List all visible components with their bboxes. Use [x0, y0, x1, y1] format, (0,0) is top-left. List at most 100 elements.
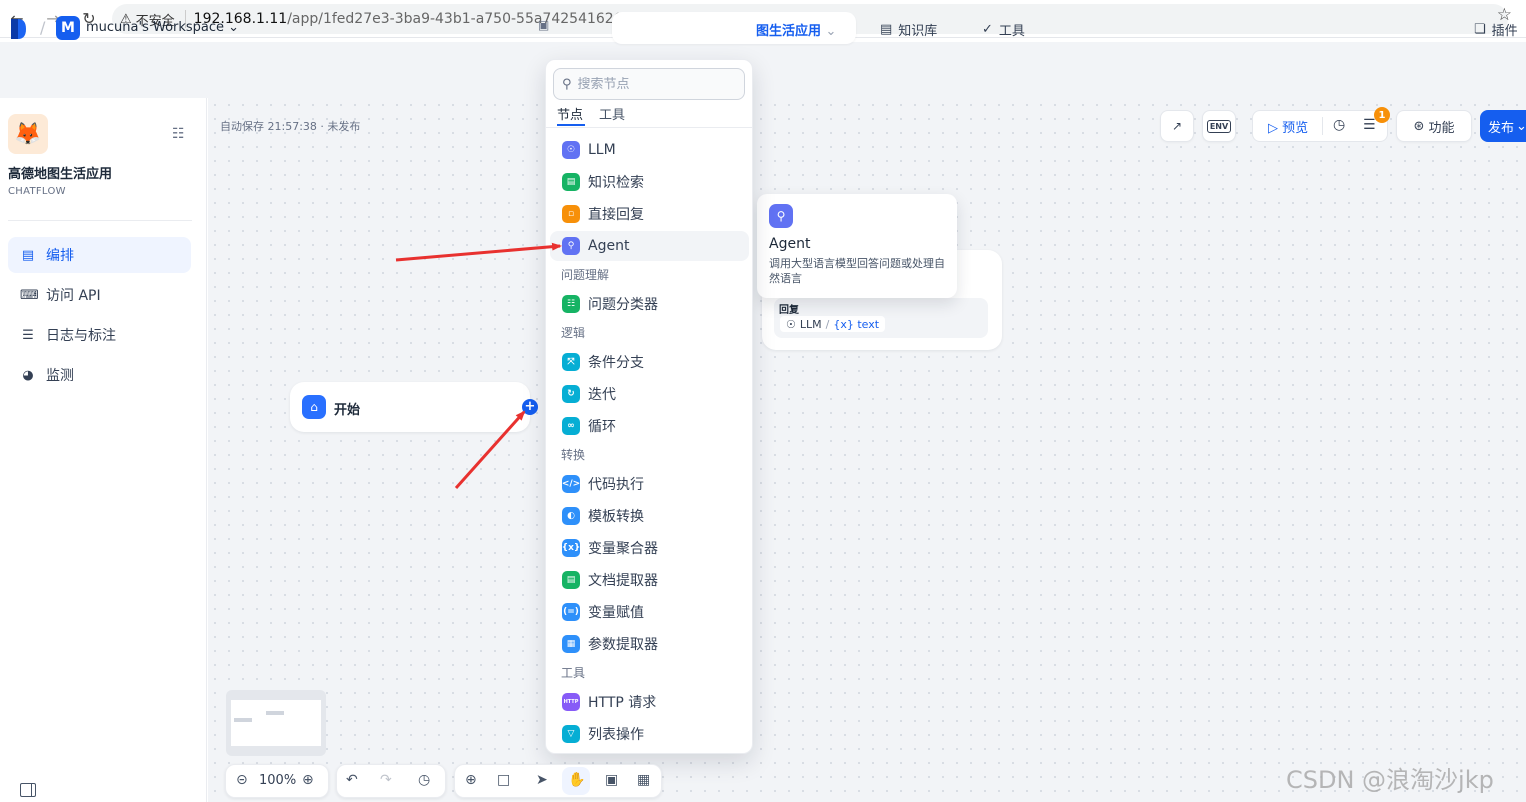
node-item-template[interactable]: ◐ 模板转换	[550, 501, 749, 531]
hammer-icon: ✓	[982, 22, 993, 37]
divider	[8, 220, 192, 221]
history-icon[interactable]: ◷	[1333, 117, 1345, 133]
template-icon: ◐	[562, 507, 580, 525]
play-icon: ▷	[1268, 121, 1278, 136]
assign-icon: (=)	[562, 603, 580, 621]
node-item-list[interactable]: ▽ 列表操作	[550, 719, 749, 749]
watermark: CSDN @浪淘沙jkp	[1286, 766, 1494, 794]
node-item-docextract[interactable]: ▤ 文档提取器	[550, 565, 749, 595]
organize-icon[interactable]: ▦	[637, 772, 650, 788]
minimap-node	[234, 718, 252, 722]
node-item-ifelse[interactable]: ⤧ 条件分支	[550, 347, 749, 377]
node-item-code[interactable]: </> 代码执行	[550, 469, 749, 499]
add-node-handle[interactable]: +	[522, 399, 538, 415]
settings-sliders-icon[interactable]: ☷	[172, 126, 185, 142]
param-icon: ▦	[562, 635, 580, 653]
undo-icon[interactable]: ↶	[346, 772, 358, 788]
pointer-icon[interactable]: ➤	[536, 772, 548, 788]
tab-nodes[interactable]: 节点	[557, 104, 583, 123]
knowledge-icon: ▤	[562, 173, 580, 191]
canvas-tools	[454, 764, 662, 798]
node-item-iteration[interactable]: ↻ 迭代	[550, 379, 749, 409]
sidebar-item-logs[interactable]: ☰ 日志与标注	[8, 317, 191, 353]
node-item-llm[interactable]: ☉ LLM	[550, 135, 749, 165]
checklist-button[interactable]: ↗	[1160, 110, 1194, 142]
features-icon: ⊛	[1413, 118, 1425, 134]
sidebar: 🦊 ☷ 高德地图生活应用 CHATFLOW ▤ 编排 ⌨ 访问 API ☰ 日志与标注…	[0, 98, 207, 802]
redo-icon[interactable]: ↷	[380, 772, 392, 788]
workspace-switcher[interactable]: mucuna's Workspace ⌄	[86, 20, 239, 35]
preview-button[interactable]: ▷ 预览	[1268, 117, 1308, 136]
tab-tools[interactable]: 工具	[599, 104, 625, 123]
hand-icon[interactable]: ✋	[568, 772, 585, 788]
node-item-agent[interactable]: ⚲ Agent	[550, 231, 749, 261]
zoom-out-icon[interactable]: ⊝	[236, 772, 248, 788]
divider	[1322, 117, 1323, 135]
publish-button[interactable]: 发布 ⌄	[1480, 110, 1526, 142]
node-search-input[interactable]	[577, 76, 728, 92]
app-header	[0, 42, 1526, 98]
env-button[interactable]: ENV	[1202, 110, 1236, 142]
dify-logo-icon[interactable]	[10, 18, 28, 40]
tooltip-description: 调用大型语言模型回答问题或处理自然语言	[769, 257, 945, 285]
checklist-badge: 1	[1374, 107, 1390, 123]
node-item-paramextract[interactable]: ▦ 参数提取器	[550, 629, 749, 659]
workspace-avatar[interactable]: M	[56, 16, 80, 40]
layout-icon: ▤	[21, 247, 35, 263]
chevron-down-icon: ⌄	[825, 24, 837, 39]
nav-plugins[interactable]: ❏ 插件	[1474, 20, 1518, 39]
home-icon: ⌂	[302, 395, 326, 419]
terminal-icon: ⌨	[20, 287, 39, 303]
app-title: 高德地图生活应用	[8, 167, 113, 182]
current-app-nav[interactable]: 图生活应用 ⌄	[756, 20, 836, 39]
start-node-label: 开始	[334, 403, 361, 418]
search-icon: ⚲	[562, 76, 572, 92]
http-icon: HTTP	[562, 693, 580, 711]
node-item-assigner[interactable]: (=) 变量赋值	[550, 597, 749, 627]
tooltip-title: Agent	[769, 236, 811, 252]
group-label-transform: 转换	[561, 448, 586, 462]
llm-icon: ☉	[786, 317, 796, 331]
checklist-icon[interactable]: ☰	[1363, 117, 1376, 133]
sidebar-item-api[interactable]: ⌨ 访问 API	[8, 277, 191, 313]
sidebar-item-monitor[interactable]: ◕ 监测	[8, 357, 191, 393]
add-note-icon[interactable]: □	[497, 772, 510, 788]
node-tooltip: ⚲ Agent 调用大型语言模型回答问题或处理自然语言	[757, 194, 957, 298]
classifier-icon: ☷	[562, 295, 580, 313]
history-icon[interactable]: ◷	[418, 772, 430, 788]
agent-icon: ⚲	[769, 204, 793, 228]
chevron-down-icon: ⌄	[228, 20, 240, 35]
cube-icon: ❏	[1474, 22, 1486, 37]
features-button[interactable]: ⊛ 功能	[1396, 110, 1472, 142]
llm-icon: ☉	[562, 141, 580, 159]
add-node-icon[interactable]: ⊕	[465, 772, 477, 788]
iteration-icon: ↻	[562, 385, 580, 403]
nav-tools[interactable]: ✓ 工具	[982, 20, 1025, 39]
nav-knowledge[interactable]: ▤ 知识库	[880, 20, 937, 39]
app-avatar-icon: 🦊	[8, 114, 48, 154]
explore-icon[interactable]: ▣	[538, 18, 550, 32]
group-label-understanding: 问题理解	[561, 268, 610, 282]
collapse-sidebar-icon[interactable]	[20, 783, 36, 797]
monitor-icon: ◕	[22, 367, 34, 383]
export-image-icon[interactable]: ▣	[605, 772, 618, 788]
start-node[interactable]	[290, 382, 530, 432]
node-item-answer[interactable]: ▫ 直接回复	[550, 199, 749, 229]
node-item-aggregator[interactable]: {x} 变量聚合器	[550, 533, 749, 563]
reply-icon: ▫	[562, 205, 580, 223]
zoom-level[interactable]: 100%	[259, 773, 296, 788]
document-icon: ▤	[562, 571, 580, 589]
node-search[interactable]: ⚲	[553, 68, 745, 100]
node-item-knowledge[interactable]: ▤ 知识检索	[550, 167, 749, 197]
node-item-http[interactable]: HTTP HTTP 请求	[550, 687, 749, 717]
node-item-loop[interactable]: ∞ 循环	[550, 411, 749, 441]
code-icon: </>	[562, 475, 580, 493]
group-label-logic: 逻辑	[561, 326, 586, 340]
sidebar-item-orchestrate[interactable]: ▤ 编排	[8, 237, 191, 273]
book-icon: ▤	[880, 22, 893, 37]
node-item-classifier[interactable]: ☷ 问题分类器	[550, 289, 749, 319]
zoom-in-icon[interactable]: ⊕	[302, 772, 314, 788]
answer-label: 回复	[779, 305, 799, 316]
answer-variable: ☉ LLM / {x} text	[780, 316, 886, 332]
variable-icon: {x}	[562, 539, 580, 557]
